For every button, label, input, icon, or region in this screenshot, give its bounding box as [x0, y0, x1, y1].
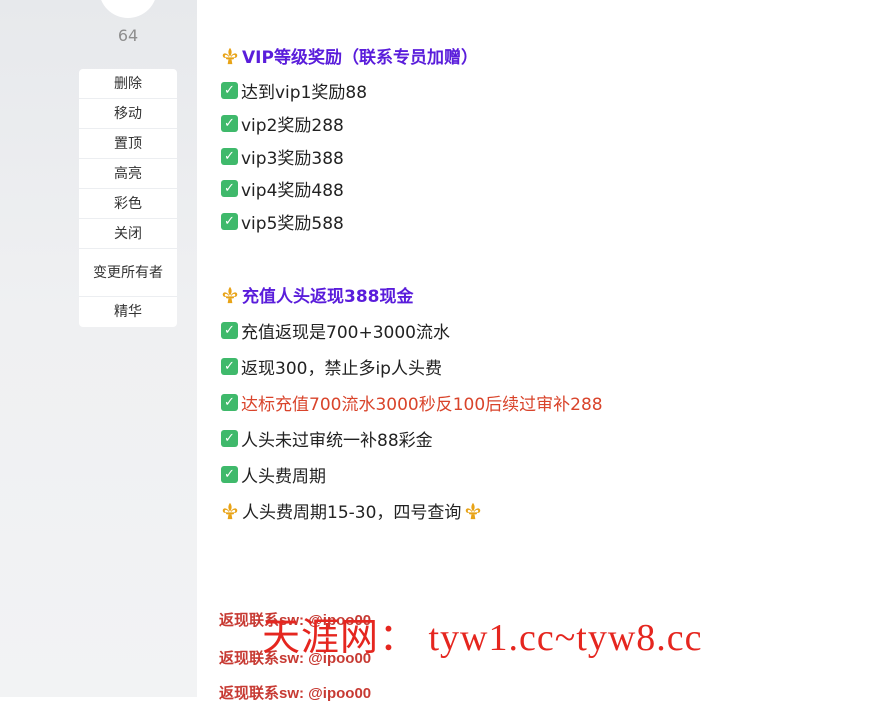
list-item-text: vip3奖励388: [241, 149, 344, 169]
refund-heading-text: 充值人头返现388现金: [242, 287, 414, 307]
list-item-text: 充值返现是700+3000流水: [241, 323, 450, 343]
check-mark-icon: ✓: [221, 148, 238, 165]
cycle-note: 人头费周期15-30，四号查询: [221, 498, 482, 523]
check-mark-icon: ✓: [221, 180, 238, 197]
list-item: ✓ 充值返现是700+3000流水: [221, 318, 450, 343]
list-item: ✓ 人头费周期: [221, 462, 326, 487]
delete-button[interactable]: 删除: [79, 69, 177, 99]
check-mark-icon: ✓: [221, 358, 238, 375]
list-item-text: vip5奖励588: [241, 214, 344, 234]
fleur-de-lis-icon: [221, 47, 239, 65]
pin-button[interactable]: 置顶: [79, 129, 177, 159]
avatar[interactable]: [99, 0, 157, 18]
list-item: ✓ 达到vip1奖励88: [221, 78, 367, 103]
list-item: ✓ vip5奖励588: [221, 209, 344, 234]
check-mark-icon: ✓: [221, 82, 238, 99]
fleur-de-lis-icon: [221, 286, 239, 304]
site-watermark: 天涯网： tyw1.cc~tyw8.cc: [262, 617, 703, 659]
check-mark-icon: ✓: [221, 466, 238, 483]
check-mark-icon: ✓: [221, 394, 238, 411]
list-item-text: vip4奖励488: [241, 181, 344, 201]
check-mark-icon: ✓: [221, 115, 238, 132]
highlight-button[interactable]: 高亮: [79, 159, 177, 189]
list-item: ✓ 人头未过审统一补88彩金: [221, 426, 433, 451]
fleur-de-lis-icon: [464, 502, 482, 520]
list-item: ✓ vip2奖励288: [221, 111, 344, 136]
close-button[interactable]: 关闭: [79, 219, 177, 249]
post-content: VIP等级奖励（联系专员加赠） ✓ 达到vip1奖励88 ✓ vip2奖励288…: [197, 0, 874, 702]
move-button[interactable]: 移动: [79, 99, 177, 129]
featured-button[interactable]: 精华: [79, 297, 177, 327]
list-item-highlighted: ✓ 达标充值700流水3000秒反100后续过审补288: [221, 390, 603, 415]
list-item: ✓ vip4奖励488: [221, 176, 344, 201]
list-item: ✓ 返现300，禁止多ip人头费: [221, 354, 442, 379]
cycle-note-text: 人头费周期15-30，四号查询: [242, 503, 462, 523]
list-item-text: 达到vip1奖励88: [241, 83, 368, 103]
check-mark-icon: ✓: [221, 430, 238, 447]
list-item-text: 返现300，禁止多ip人头费: [241, 359, 442, 379]
change-owner-button[interactable]: 变更所有者: [79, 249, 177, 297]
list-item-text: 人头费周期: [241, 467, 326, 487]
list-item-text: 人头未过审统一补88彩金: [241, 431, 433, 451]
list-item-text: 达标充值700流水3000秒反100后续过审补288: [241, 395, 603, 415]
admin-menu: 删除 移动 置顶 高亮 彩色 关闭 变更所有者 精华: [79, 69, 177, 327]
list-item-text: vip2奖励288: [241, 116, 344, 136]
list-item: ✓ vip3奖励388: [221, 144, 344, 169]
check-mark-icon: ✓: [221, 213, 238, 230]
vip-heading: VIP等级奖励（联系专员加赠）: [221, 43, 478, 68]
check-mark-icon: ✓: [221, 322, 238, 339]
contact-line: 返现联系sw: @ipoo00: [219, 685, 372, 702]
color-button[interactable]: 彩色: [79, 189, 177, 219]
fleur-de-lis-icon: [221, 502, 239, 520]
post-count: 64: [117, 26, 139, 45]
refund-heading: 充值人头返现388现金: [221, 282, 414, 307]
author-sidebar: 64 删除 移动 置顶 高亮 彩色 关闭 变更所有者 精华: [0, 0, 197, 697]
vip-heading-text: VIP等级奖励（联系专员加赠）: [242, 48, 478, 68]
